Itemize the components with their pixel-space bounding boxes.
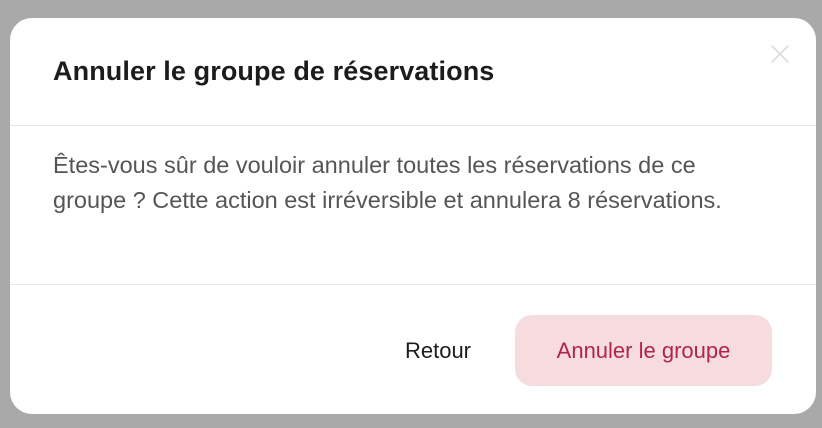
cancel-group-dialog: Annuler le groupe de réservations Êtes-v… (10, 18, 816, 414)
dialog-title: Annuler le groupe de réservations (53, 56, 495, 86)
dialog-message: Êtes-vous sûr de vouloir annuler toutes … (53, 152, 722, 213)
close-icon[interactable] (770, 44, 790, 64)
dialog-body: Êtes-vous sûr de vouloir annuler toutes … (10, 126, 816, 285)
cancel-group-button[interactable]: Annuler le groupe (515, 315, 772, 386)
back-button[interactable]: Retour (378, 316, 498, 386)
modal-backdrop[interactable]: Annuler le groupe de réservations Êtes-v… (0, 0, 822, 428)
dialog-header: Annuler le groupe de réservations (10, 18, 816, 126)
dialog-footer: Retour Annuler le groupe (10, 285, 816, 414)
